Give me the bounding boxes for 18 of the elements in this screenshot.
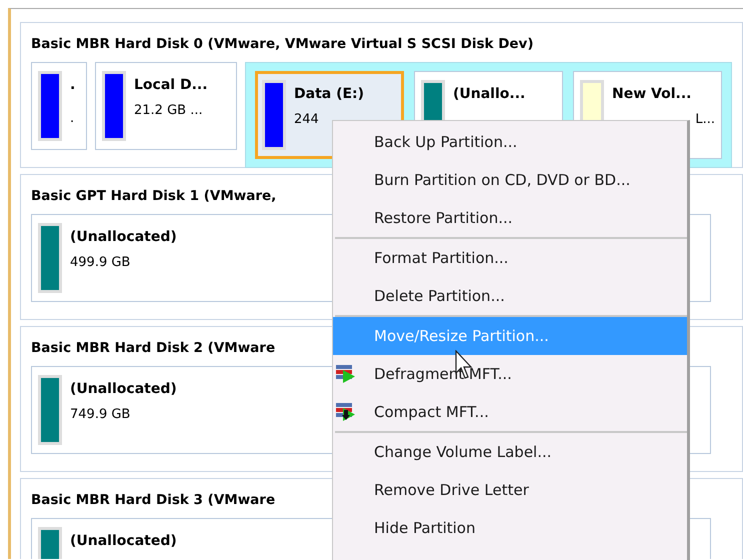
partition-name: (Unallo...	[453, 86, 526, 102]
partition-size: 499.9 GB	[70, 255, 130, 270]
partition-name: Local D...	[134, 77, 209, 93]
partition-name: New Vol...	[612, 86, 692, 102]
partition-size: L...	[695, 112, 715, 127]
partition-name: (Unallocated)	[70, 229, 178, 245]
disk-title: Basic MBR Hard Disk 3 (VMware	[31, 492, 276, 508]
disk-title: Basic GPT Hard Disk 1 (VMware,	[31, 188, 276, 204]
partition-name: (Unallocated)	[70, 381, 178, 397]
disk-title: Basic MBR Hard Disk 0 (VMware, VMware Virtual S SCSI Disk Dev)	[31, 36, 534, 52]
partition-name: (Unallocated)	[70, 533, 178, 549]
partition-size: .	[70, 111, 74, 126]
partition-size: 749.9 GB	[70, 407, 130, 422]
disk-title: Basic MBR Hard Disk 2 (VMware	[31, 340, 276, 356]
partition-name: .	[70, 77, 76, 93]
partition-size: 21.2 GB ...	[134, 103, 203, 118]
partition-size: 244	[294, 112, 319, 127]
partition-name: Data (E:)	[294, 86, 366, 102]
